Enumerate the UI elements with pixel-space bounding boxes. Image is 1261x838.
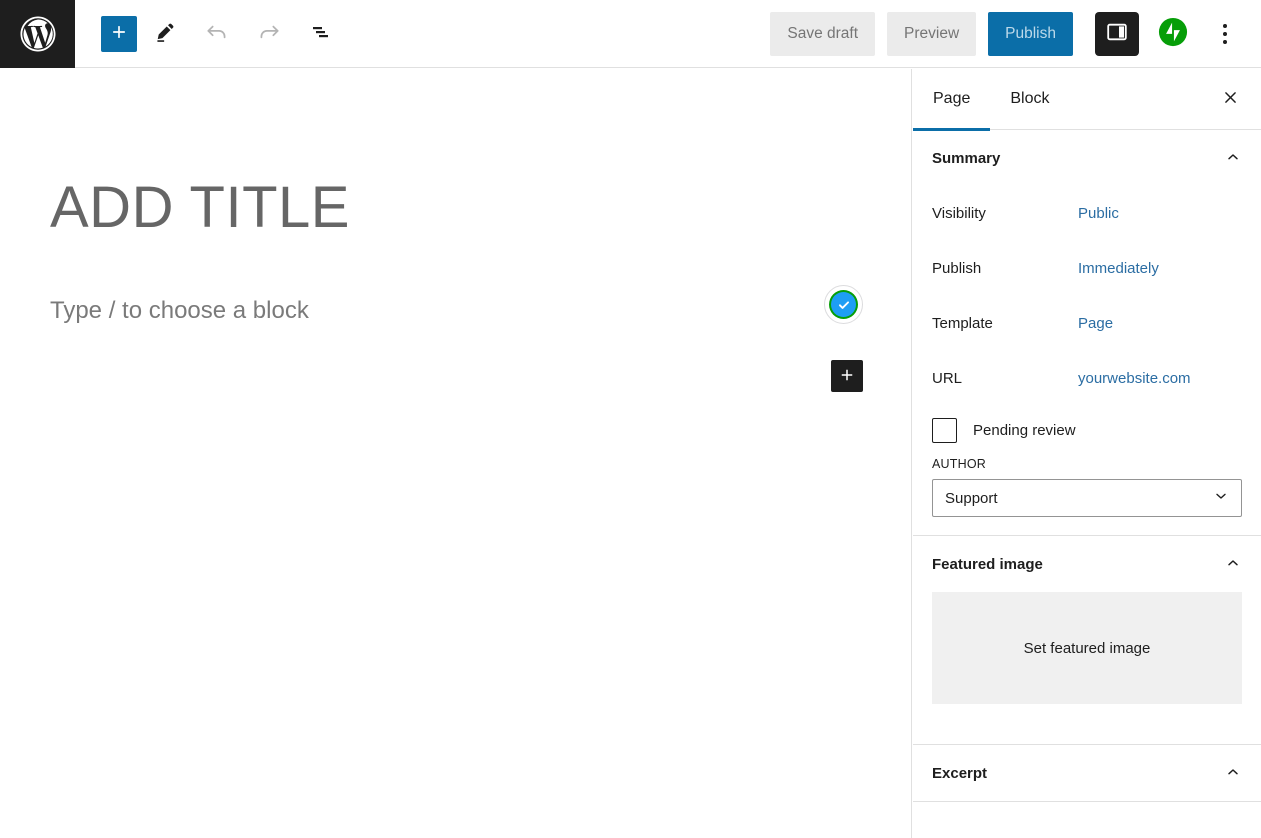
- chevron-up-icon: [1225, 555, 1241, 573]
- undo-icon: [204, 19, 230, 48]
- set-featured-image-button[interactable]: Set featured image: [932, 592, 1242, 704]
- save-draft-button[interactable]: Save draft: [770, 11, 876, 56]
- url-label: URL: [932, 370, 963, 387]
- jetpack-icon: [1158, 17, 1188, 50]
- toolbar-tools: [101, 10, 345, 58]
- publish-label: Publish: [932, 260, 982, 277]
- author-selected-value: Support: [945, 489, 998, 507]
- badge-ring: [829, 290, 858, 319]
- visibility-value-button[interactable]: Public: [1078, 205, 1119, 222]
- jetpack-button[interactable]: [1157, 17, 1189, 50]
- template-value-button[interactable]: Page: [1078, 315, 1113, 332]
- close-icon: [1222, 89, 1239, 110]
- featured-image-panel: Featured image Set featured image: [913, 536, 1261, 745]
- undo-button[interactable]: [193, 10, 241, 58]
- excerpt-panel: Excerpt: [913, 745, 1261, 802]
- toolbar-actions: Save draft Preview Publish: [770, 11, 1261, 56]
- summary-panel-header[interactable]: Summary: [913, 130, 1261, 186]
- checkmark-icon: [831, 292, 856, 317]
- pending-review-label[interactable]: Pending review: [973, 422, 1076, 439]
- redo-button[interactable]: [245, 10, 293, 58]
- wordpress-logo: [17, 13, 59, 55]
- more-options-button[interactable]: [1205, 12, 1245, 56]
- pencil-icon: [152, 19, 178, 48]
- summary-row-publish: Publish Immediately: [932, 241, 1242, 296]
- summary-row-url: URL yourwebsite.com: [932, 351, 1242, 406]
- redo-icon: [256, 19, 282, 48]
- chevron-down-icon: [1213, 488, 1229, 508]
- summary-panel-body: Visibility Public Publish Immediately Te…: [913, 186, 1261, 535]
- featured-image-panel-header[interactable]: Featured image: [913, 536, 1261, 592]
- kebab-dot: [1223, 23, 1227, 28]
- author-label: AUTHOR: [932, 457, 986, 471]
- chevron-up-icon: [1225, 149, 1241, 167]
- summary-row-visibility: Visibility Public: [932, 186, 1242, 241]
- template-label: Template: [932, 315, 993, 332]
- post-title-input[interactable]: ADD TITLE: [50, 176, 350, 240]
- summary-panel: Summary Visibility Public Publish Immedi…: [913, 130, 1261, 536]
- wordpress-logo-button[interactable]: [0, 0, 75, 68]
- featured-image-panel-title: Featured image: [932, 555, 1043, 573]
- document-overview-button[interactable]: [297, 10, 345, 58]
- details-list-icon: [309, 20, 333, 47]
- sidebar-panel-icon: [1105, 20, 1129, 47]
- editor-toolbar: Save draft Preview Publish: [0, 0, 1261, 68]
- preview-button[interactable]: Preview: [887, 11, 977, 56]
- publish-value-button[interactable]: Immediately: [1078, 260, 1159, 277]
- close-sidebar-button[interactable]: [1212, 81, 1248, 117]
- tab-page[interactable]: Page: [913, 69, 991, 131]
- kebab-dot: [1223, 31, 1227, 36]
- featured-image-panel-body: Set featured image: [913, 592, 1261, 744]
- add-block-button[interactable]: [101, 15, 137, 52]
- block-inserter-button[interactable]: [831, 360, 863, 392]
- chevron-up-icon: [1225, 764, 1241, 782]
- plus-icon: [109, 22, 129, 45]
- tab-block[interactable]: Block: [990, 69, 1069, 130]
- author-select[interactable]: Support: [932, 479, 1242, 517]
- summary-panel-title: Summary: [932, 149, 1001, 167]
- status-check-badge[interactable]: [824, 285, 863, 324]
- settings-sidebar: Page Block Summary Visibility Public Pub…: [913, 69, 1261, 838]
- sidebar-tabs: Page Block: [913, 69, 1261, 131]
- plus-icon: [838, 366, 856, 387]
- visibility-label: Visibility: [932, 205, 986, 222]
- editor-canvas: ADD TITLE Type / to choose a block: [0, 69, 912, 838]
- settings-sidebar-toggle[interactable]: [1095, 11, 1139, 56]
- publish-button[interactable]: Publish: [988, 11, 1073, 56]
- excerpt-panel-header[interactable]: Excerpt: [913, 745, 1261, 801]
- pending-review-row: Pending review: [932, 418, 1242, 443]
- kebab-dot: [1223, 39, 1227, 44]
- url-value-button[interactable]: yourwebsite.com: [1078, 370, 1191, 387]
- post-content-input[interactable]: Type / to choose a block: [50, 297, 309, 325]
- pending-review-checkbox[interactable]: [932, 418, 957, 443]
- excerpt-panel-title: Excerpt: [932, 764, 988, 782]
- summary-row-template: Template Page: [932, 296, 1242, 351]
- edit-tool-button[interactable]: [141, 10, 189, 58]
